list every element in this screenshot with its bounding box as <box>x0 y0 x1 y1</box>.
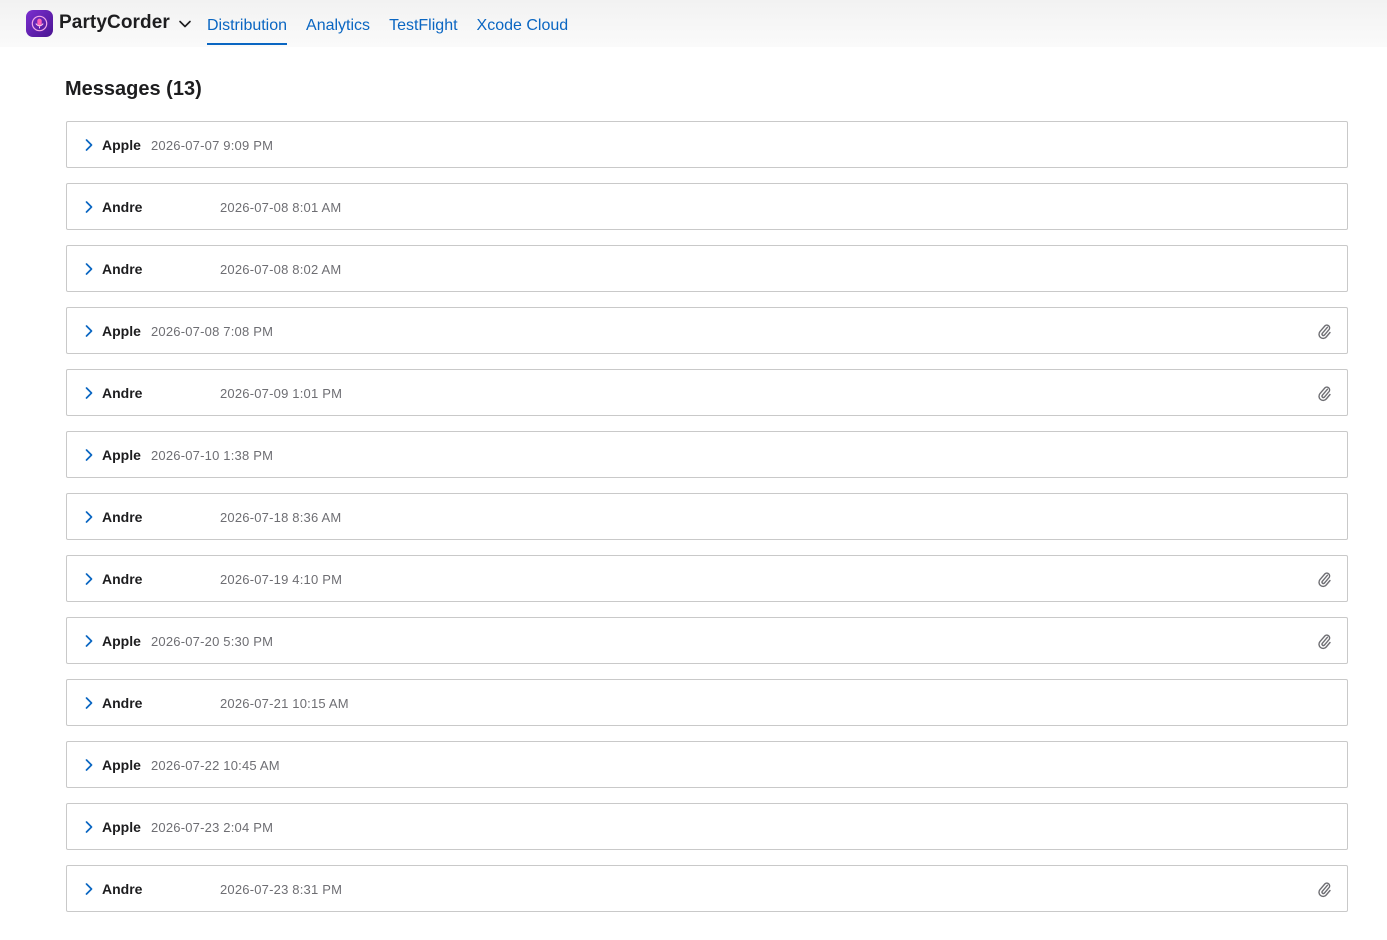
chevron-right-icon[interactable] <box>83 510 95 524</box>
chevron-right-icon[interactable] <box>83 262 95 276</box>
message-row[interactable]: Apple 2026-07-08 7:08 PM <box>66 307 1348 354</box>
message-date: 2026-07-22 10:45 AM <box>151 758 280 773</box>
message-date: 2026-07-23 2:04 PM <box>151 820 274 835</box>
chevron-right-icon[interactable] <box>83 758 95 772</box>
chevron-down-icon[interactable] <box>178 17 192 31</box>
chevron-right-icon[interactable] <box>83 200 95 214</box>
message-sender: Apple <box>102 819 141 835</box>
message-date: 2026-07-08 8:02 AM <box>220 262 342 277</box>
app-name[interactable]: PartyCorder <box>59 12 170 34</box>
message-sender: Apple <box>102 633 141 649</box>
message-row[interactable]: Andre 2026-07-09 1:01 PM <box>66 369 1348 416</box>
chevron-right-icon[interactable] <box>83 882 95 896</box>
chevron-right-icon[interactable] <box>83 634 95 648</box>
message-date: 2026-07-10 1:38 PM <box>151 448 274 463</box>
chevron-right-icon[interactable] <box>83 324 95 338</box>
message-sender: Andre <box>102 509 143 525</box>
message-sender: Andre <box>102 695 143 711</box>
paperclip-icon[interactable] <box>1316 384 1332 402</box>
message-date: 2026-07-09 1:01 PM <box>220 386 343 401</box>
message-sender: Andre <box>102 881 143 897</box>
message-row[interactable]: Apple 2026-07-23 2:04 PM <box>66 803 1348 850</box>
message-date: 2026-07-08 7:08 PM <box>151 324 274 339</box>
page-title: Messages (13) <box>65 78 202 100</box>
message-row[interactable]: Andre 2026-07-08 8:01 AM <box>66 183 1348 230</box>
message-row[interactable]: Andre 2026-07-21 10:15 AM <box>66 679 1348 726</box>
tab-xcode-cloud[interactable]: Xcode Cloud <box>477 17 569 45</box>
app-icon[interactable] <box>26 10 53 37</box>
message-sender: Apple <box>102 447 141 463</box>
message-date: 2026-07-21 10:15 AM <box>220 696 349 711</box>
chevron-right-icon[interactable] <box>83 138 95 152</box>
paperclip-icon[interactable] <box>1316 632 1332 650</box>
message-row[interactable]: Apple 2026-07-22 10:45 AM <box>66 741 1348 788</box>
message-date: 2026-07-19 4:10 PM <box>220 572 343 587</box>
message-sender: Andre <box>102 261 143 277</box>
chevron-right-icon[interactable] <box>83 386 95 400</box>
paperclip-icon[interactable] <box>1316 880 1332 898</box>
message-date: 2026-07-07 9:09 PM <box>151 138 274 153</box>
chevron-right-icon[interactable] <box>83 696 95 710</box>
message-sender: Apple <box>102 137 141 153</box>
top-navigation-bar: PartyCorder Distribution Analytics TestF… <box>0 0 1387 47</box>
message-row[interactable]: Apple 2026-07-07 9:09 PM <box>66 121 1348 168</box>
paperclip-icon[interactable] <box>1316 570 1332 588</box>
tab-testflight[interactable]: TestFlight <box>389 17 457 45</box>
paperclip-icon[interactable] <box>1316 322 1332 340</box>
message-row[interactable]: Andre 2026-07-19 4:10 PM <box>66 555 1348 602</box>
primary-nav-tabs: Distribution Analytics TestFlight Xcode … <box>207 17 587 45</box>
message-row[interactable]: Andre 2026-07-18 8:36 AM <box>66 493 1348 540</box>
message-sender: Andre <box>102 199 143 215</box>
message-sender: Apple <box>102 323 141 339</box>
chevron-right-icon[interactable] <box>83 820 95 834</box>
message-date: 2026-07-20 5:30 PM <box>151 634 274 649</box>
message-row[interactable]: Andre 2026-07-08 8:02 AM <box>66 245 1348 292</box>
message-sender: Apple <box>102 757 141 773</box>
message-date: 2026-07-08 8:01 AM <box>220 200 342 215</box>
message-list: Apple 2026-07-07 9:09 PM Andre 2026-07-0… <box>66 121 1348 927</box>
message-row[interactable]: Andre 2026-07-23 8:31 PM <box>66 865 1348 912</box>
message-row[interactable]: Apple 2026-07-10 1:38 PM <box>66 431 1348 478</box>
microphone-icon <box>31 15 48 32</box>
message-date: 2026-07-18 8:36 AM <box>220 510 342 525</box>
message-row[interactable]: Apple 2026-07-20 5:30 PM <box>66 617 1348 664</box>
message-date: 2026-07-23 8:31 PM <box>220 882 343 897</box>
tab-distribution[interactable]: Distribution <box>207 17 288 45</box>
message-sender: Andre <box>102 385 143 401</box>
chevron-right-icon[interactable] <box>83 572 95 586</box>
chevron-right-icon[interactable] <box>83 448 95 462</box>
tab-analytics[interactable]: Analytics <box>306 17 370 45</box>
message-sender: Andre <box>102 571 143 587</box>
